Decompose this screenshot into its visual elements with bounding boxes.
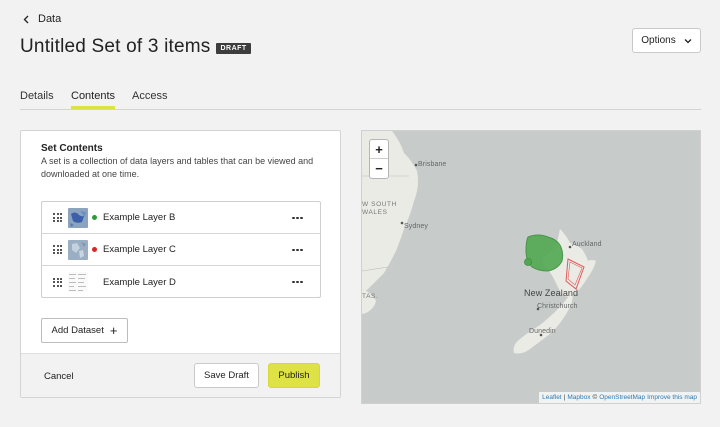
save-draft-button[interactable]: Save Draft (194, 363, 259, 388)
title-row: Untitled Set of 3 items DRAFT (20, 36, 251, 58)
map-label: Christchurch (537, 303, 578, 310)
map-view[interactable]: + − Brisbane W SOUTH WALES Sydney TAS. A… (361, 130, 701, 404)
list-item[interactable]: Example Layer B (42, 202, 320, 234)
options-button[interactable]: Options (632, 28, 701, 53)
map-canvas (362, 131, 596, 354)
table-thumbnail (68, 272, 88, 292)
map-label: WALES (362, 209, 388, 216)
back-link-label: Data (38, 13, 62, 25)
page-title: Untitled Set of 3 items (20, 36, 211, 57)
status-dot (92, 247, 97, 252)
more-options-icon[interactable] (292, 277, 304, 287)
zoom-out-button[interactable]: − (370, 159, 388, 178)
layer-name: Example Layer D (103, 276, 176, 288)
status-dot (92, 215, 97, 220)
set-contents-panel: Set Contents A set is a collection of da… (20, 130, 341, 398)
more-options-icon[interactable] (292, 213, 304, 223)
cancel-button[interactable]: Cancel (44, 371, 74, 382)
map-label: W SOUTH (362, 201, 397, 208)
tab-access[interactable]: Access (132, 90, 167, 109)
improve-map-link[interactable]: Improve this map (647, 394, 697, 401)
panel-heading: Set Contents (41, 143, 103, 154)
panel-footer: Cancel Save Draft Publish (21, 353, 340, 397)
drag-handle-icon[interactable] (53, 213, 62, 222)
osm-link[interactable]: OpenStreetMap (599, 394, 645, 401)
zoom-control: + − (369, 139, 389, 179)
list-item[interactable]: Example Layer D (42, 266, 320, 298)
layer-name: Example Layer C (103, 244, 176, 255)
map-label: Brisbane (418, 161, 447, 168)
map-label: Dunedin (529, 328, 556, 335)
tab-details[interactable]: Details (20, 90, 54, 109)
add-dataset-label: Add Dataset (51, 325, 104, 336)
list-item[interactable]: Example Layer C (42, 234, 320, 266)
status-badge: DRAFT (216, 43, 251, 54)
copyright-symbol: © (592, 394, 598, 401)
layer-list: Example Layer B Example Layer C Example … (41, 201, 321, 298)
panel-description: A set is a collection of data layers and… (41, 156, 314, 179)
attribution-separator: | (563, 394, 566, 401)
chevron-left-icon (23, 15, 29, 23)
mapbox-link[interactable]: Mapbox (567, 394, 590, 401)
map-attribution: Leaflet | Mapbox © OpenStreetMap Improve… (539, 392, 700, 403)
map-label: New Zealand (524, 288, 579, 298)
back-link[interactable]: Data (22, 13, 61, 25)
tab-bar: Details Contents Access (20, 90, 701, 110)
add-dataset-button[interactable]: Add Dataset + (41, 318, 128, 343)
map-label: TAS. (362, 293, 379, 300)
zoom-in-button[interactable]: + (370, 140, 388, 159)
plus-icon: + (109, 322, 118, 338)
map-label: Auckland (572, 241, 602, 248)
layer-thumbnail (68, 207, 88, 228)
more-options-icon[interactable] (292, 245, 304, 255)
drag-handle-icon[interactable] (53, 277, 62, 287)
options-button-label: Options (641, 35, 676, 46)
layer-thumbnail (68, 239, 88, 260)
leaflet-link[interactable]: Leaflet (542, 394, 562, 401)
tab-contents[interactable]: Contents (71, 90, 116, 109)
drag-handle-icon[interactable] (53, 245, 62, 254)
publish-button[interactable]: Publish (268, 363, 320, 388)
map-label: Sydney (404, 223, 428, 230)
chevron-down-icon (684, 38, 692, 43)
layer-name: Example Layer B (103, 212, 176, 223)
